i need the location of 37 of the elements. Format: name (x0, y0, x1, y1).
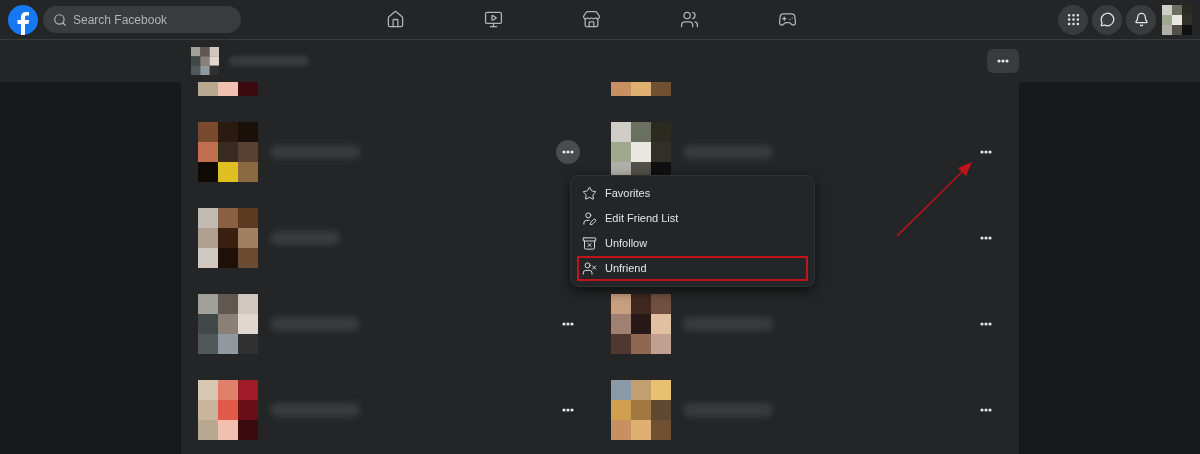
more-icon (997, 59, 1009, 63)
search-icon (53, 12, 67, 27)
search-bar[interactable]: Search Facebook (43, 6, 241, 33)
store-tab[interactable] (581, 9, 601, 30)
home-tab[interactable] (385, 9, 405, 30)
video-tab[interactable] (483, 9, 503, 30)
store-icon (581, 10, 601, 29)
more-button[interactable] (987, 49, 1019, 73)
more-button[interactable] (556, 140, 580, 164)
menu-item[interactable]: Favorites (577, 181, 808, 206)
more-icon (980, 322, 992, 326)
gamepad-icon (777, 10, 797, 29)
more-icon (980, 408, 992, 412)
video-icon (483, 10, 503, 29)
star-icon (582, 186, 597, 201)
more-icon (562, 150, 574, 154)
box-x-icon (582, 236, 597, 251)
group-icon (679, 10, 699, 29)
group-tab[interactable] (679, 9, 699, 30)
more-icon (980, 150, 992, 154)
notifications-button[interactable] (1126, 4, 1156, 35)
menu-item[interactable]: Unfollow (577, 231, 808, 256)
chat-bubble-icon (1099, 12, 1115, 27)
more-icon (562, 322, 574, 326)
user-pen-icon (582, 211, 597, 226)
search-input[interactable]: Search Facebook (73, 10, 223, 29)
menu-item[interactable]: Unfriend (577, 256, 808, 281)
more-icon (980, 236, 992, 240)
menu-item[interactable]: Edit Friend List (577, 206, 808, 231)
bell-icon (1133, 12, 1149, 27)
messenger-button[interactable] (1092, 4, 1122, 35)
user-x-icon (582, 261, 597, 276)
logo-icon[interactable] (8, 4, 38, 35)
grid-icon (1065, 12, 1081, 27)
more-icon (562, 408, 574, 412)
home-icon (385, 10, 405, 29)
apps-button[interactable] (1058, 4, 1088, 35)
